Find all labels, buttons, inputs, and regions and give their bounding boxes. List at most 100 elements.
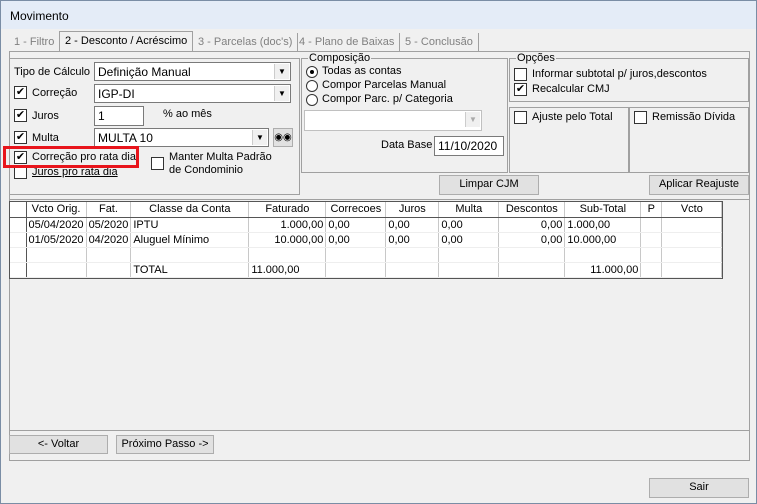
remissao-divida-label: Remissão Dívida: [652, 111, 736, 123]
voltar-button[interactable]: <- Voltar: [9, 435, 108, 454]
recalcular-cmj-label: Recalcular CMJ: [532, 83, 610, 95]
manter-multa-label-2: de Condominio: [169, 164, 243, 176]
total-subtotal: 11.000,00: [564, 262, 642, 278]
table-row[interactable]: 05/04/2020 05/2020 IPTU 1.000,00 0,00 0,…: [10, 217, 723, 233]
sair-button[interactable]: Sair: [649, 478, 749, 498]
cell[interactable]: [661, 232, 723, 248]
proximo-passo-button[interactable]: Próximo Passo ->: [116, 435, 214, 454]
correcao-label: Correção: [32, 87, 78, 99]
cell[interactable]: 0,00: [385, 217, 440, 233]
parcelas-grid: Vcto Orig. Fat. Classe da Conta Faturado…: [9, 201, 724, 279]
grid-header-row: Vcto Orig. Fat. Classe da Conta Faturado…: [10, 202, 723, 218]
multa-select[interactable]: MULTA 10 ▼: [94, 128, 269, 147]
col-vcto[interactable]: Vcto: [661, 202, 723, 218]
informar-subtotal-label: Informar subtotal p/ juros,descontos: [532, 68, 707, 80]
cell[interactable]: 05/2020: [86, 217, 132, 233]
cell[interactable]: [640, 232, 663, 248]
window-title: Movimento: [10, 9, 69, 23]
cell[interactable]: 01/05/2020: [26, 232, 87, 248]
table-row-empty[interactable]: [10, 247, 723, 263]
col-fat[interactable]: Fat.: [86, 202, 132, 218]
title-bar: Movimento: [1, 1, 756, 29]
col-descontos[interactable]: Descontos: [498, 202, 566, 218]
window: Movimento 1 - Filtro 2 - Desconto / Acré…: [0, 0, 757, 504]
chevron-down-icon: ▼: [465, 112, 480, 127]
multa-label: Multa: [32, 132, 59, 144]
tab-desconto-acrescimo[interactable]: 2 - Desconto / Acréscimo: [59, 31, 194, 52]
juros-checkbox[interactable]: ✔: [14, 109, 27, 122]
total-label: TOTAL: [130, 262, 250, 278]
aplicar-reajuste-button[interactable]: Aplicar Reajuste: [649, 175, 749, 195]
radio-compor-parcelas-manual-label: Compor Parcelas Manual: [322, 79, 447, 91]
table-row[interactable]: 01/05/2020 04/2020 Aluguel Mínimo 10.000…: [10, 232, 723, 248]
opcoes-group: Opções: [509, 52, 749, 102]
radio-compor-parc-categoria[interactable]: [306, 94, 318, 106]
col-sub-total[interactable]: Sub-Total: [564, 202, 642, 218]
tipo-calculo-select[interactable]: Definição Manual ▼: [94, 62, 291, 81]
cell[interactable]: Aluguel Mínimo: [130, 232, 250, 248]
cell[interactable]: [661, 217, 723, 233]
radio-todas-contas[interactable]: [306, 66, 318, 78]
col-p[interactable]: P: [640, 202, 663, 218]
cell[interactable]: 0,00: [438, 232, 500, 248]
tab-parcelas[interactable]: 3 - Parcelas (doc's): [193, 33, 299, 51]
radio-todas-contas-label: Todas as contas: [322, 65, 402, 77]
chevron-down-icon: ▼: [274, 64, 289, 79]
correcao-checkbox[interactable]: ✔: [14, 86, 27, 99]
binoculars-search-button[interactable]: ◉◉: [273, 128, 293, 147]
cell[interactable]: IPTU: [130, 217, 250, 233]
col-correcoes[interactable]: Correcoes: [325, 202, 387, 218]
cell[interactable]: [640, 217, 663, 233]
cell[interactable]: 0,00: [325, 232, 387, 248]
multa-checkbox[interactable]: ✔: [14, 131, 27, 144]
cell[interactable]: 0,00: [438, 217, 500, 233]
ajuste-total-checkbox[interactable]: [514, 111, 527, 124]
tipo-calculo-value: Definição Manual: [98, 65, 191, 79]
correcao-select[interactable]: IGP-DI ▼: [94, 84, 291, 103]
radio-compor-parc-categoria-label: Compor Parc. p/ Categoria: [322, 93, 453, 105]
cell[interactable]: 1.000,00: [564, 217, 642, 233]
chevron-down-icon: ▼: [274, 86, 289, 101]
tipo-calculo-label: Tipo de Cálculo: [14, 66, 91, 78]
juros-unit-label: % ao mês: [163, 108, 212, 120]
col-vcto-orig[interactable]: Vcto Orig.: [26, 202, 87, 218]
cell[interactable]: 0,00: [498, 232, 566, 248]
highlight-box: [3, 146, 139, 168]
binoculars-icon: ◉◉: [274, 132, 292, 143]
data-base-input[interactable]: 11/10/2020: [434, 136, 504, 156]
tab-filtro[interactable]: 1 - Filtro: [9, 33, 61, 51]
informar-subtotal-checkbox[interactable]: [514, 68, 527, 81]
recalcular-cmj-checkbox[interactable]: ✔: [514, 83, 527, 96]
row-indicator: [10, 247, 27, 263]
cell[interactable]: 0,00: [325, 217, 387, 233]
row-indicator: [10, 232, 27, 248]
col-faturado[interactable]: Faturado: [248, 202, 327, 218]
categoria-select[interactable]: ▼: [304, 110, 482, 131]
data-base-label: Data Base: [381, 139, 433, 151]
juros-input[interactable]: 1: [94, 106, 144, 126]
radio-compor-parcelas-manual[interactable]: [306, 80, 318, 92]
cell[interactable]: 0,00: [498, 217, 566, 233]
row-indicator-header: [10, 202, 27, 218]
ajuste-total-label: Ajuste pelo Total: [532, 111, 613, 123]
row-indicator: [10, 262, 27, 278]
correcao-value: IGP-DI: [98, 87, 135, 101]
cell[interactable]: 05/04/2020: [26, 217, 87, 233]
cell[interactable]: 04/2020: [86, 232, 132, 248]
limpar-cjm-button[interactable]: Limpar CJM: [439, 175, 539, 195]
total-faturado: 11.000,00: [248, 262, 327, 278]
remissao-divida-checkbox[interactable]: [634, 111, 647, 124]
manter-multa-checkbox[interactable]: [151, 157, 164, 170]
col-juros[interactable]: Juros: [385, 202, 440, 218]
opcoes-title: Opções: [516, 52, 556, 64]
cell[interactable]: 10.000,00: [248, 232, 327, 248]
cell[interactable]: 0,00: [385, 232, 440, 248]
composicao-title: Composição: [308, 52, 372, 64]
cell[interactable]: 1.000,00: [248, 217, 327, 233]
cell[interactable]: 10.000,00: [564, 232, 642, 248]
total-row: TOTAL 11.000,00 11.000,00: [10, 262, 723, 278]
tab-conclusao[interactable]: 5 - Conclusão: [400, 33, 479, 51]
col-multa[interactable]: Multa: [438, 202, 500, 218]
tab-plano-de-baixas[interactable]: 4 - Plano de Baixas: [294, 33, 401, 51]
col-classe-conta[interactable]: Classe da Conta: [130, 202, 250, 218]
